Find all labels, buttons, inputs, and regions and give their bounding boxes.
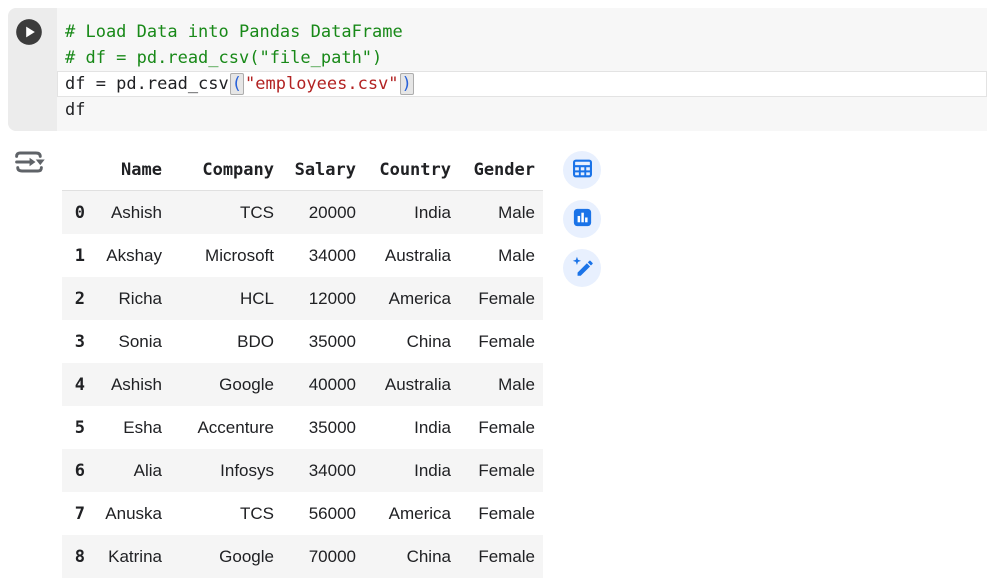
row-index: 8 <box>62 535 93 578</box>
code-token-comment: # Load Data into Pandas DataFrame <box>65 22 403 42</box>
table-row: 1AkshayMicrosoft34000AustraliaMale <box>62 234 543 277</box>
code-token-string: "employees.csv" <box>245 74 399 94</box>
column-header: Salary <box>282 150 364 191</box>
row-index: 4 <box>62 363 93 406</box>
dataframe-table: NameCompanySalaryCountryGender 0AshishTC… <box>62 150 543 578</box>
column-header: Name <box>93 150 170 191</box>
table-cell: HCL <box>170 277 282 320</box>
interactive-table-button[interactable] <box>563 151 601 189</box>
row-index: 7 <box>62 492 93 535</box>
table-cell: TCS <box>170 191 282 235</box>
table-cell: 34000 <box>282 234 364 277</box>
generate-code-button[interactable] <box>563 249 601 287</box>
code-token-bracket: ) <box>400 73 414 95</box>
code-line[interactable]: # Load Data into Pandas DataFrame <box>57 19 987 45</box>
column-header: Company <box>170 150 282 191</box>
row-index: 2 <box>62 277 93 320</box>
dataframe-header: NameCompanySalaryCountryGender <box>62 150 543 191</box>
table-cell: India <box>364 449 459 492</box>
table-cell: Male <box>459 363 543 406</box>
table-cell: Ashish <box>93 363 170 406</box>
table-cell: 56000 <box>282 492 364 535</box>
column-header: Country <box>364 150 459 191</box>
table-cell: America <box>364 277 459 320</box>
table-row: 5EshaAccenture35000IndiaFemale <box>62 406 543 449</box>
table-cell: Accenture <box>170 406 282 449</box>
table-cell: Google <box>170 535 282 578</box>
code-token-bracket: ( <box>230 73 244 95</box>
table-cell: Akshay <box>93 234 170 277</box>
table-cell: 35000 <box>282 320 364 363</box>
table-cell: China <box>364 535 459 578</box>
code-line-active[interactable]: df = pd.read_csv("employees.csv") <box>57 71 987 97</box>
table-cell: Sonia <box>93 320 170 363</box>
row-index: 6 <box>62 449 93 492</box>
row-index: 0 <box>62 191 93 235</box>
table-cell: America <box>364 492 459 535</box>
table-row: 6AliaInfosys34000IndiaFemale <box>62 449 543 492</box>
table-cell: Australia <box>364 234 459 277</box>
table-row: 3SoniaBDO35000ChinaFemale <box>62 320 543 363</box>
magic-pencil-icon <box>571 255 594 281</box>
table-cell: 35000 <box>282 406 364 449</box>
table-cell: 12000 <box>282 277 364 320</box>
output-options-button[interactable] <box>10 144 48 182</box>
bar-chart-icon <box>571 206 594 232</box>
run-button[interactable] <box>15 18 43 46</box>
table-cell: Google <box>170 363 282 406</box>
table-cell: 70000 <box>282 535 364 578</box>
table-cell: TCS <box>170 492 282 535</box>
table-cell: 40000 <box>282 363 364 406</box>
table-cell: Ashish <box>93 191 170 235</box>
code-token-plain: df <box>65 100 85 120</box>
play-icon <box>15 34 43 49</box>
table-cell: Female <box>459 535 543 578</box>
table-row: 8KatrinaGoogle70000ChinaFemale <box>62 535 543 578</box>
table-cell: Microsoft <box>170 234 282 277</box>
table-cell: Richa <box>93 277 170 320</box>
table-cell: India <box>364 191 459 235</box>
table-cell: Female <box>459 320 543 363</box>
table-cell: Male <box>459 234 543 277</box>
table-icon <box>571 157 594 183</box>
table-cell: 34000 <box>282 449 364 492</box>
row-index: 3 <box>62 320 93 363</box>
suggest-charts-button[interactable] <box>563 200 601 238</box>
table-cell: Katrina <box>93 535 170 578</box>
table-cell: Esha <box>93 406 170 449</box>
table-cell: India <box>364 406 459 449</box>
code-token-comment: # df = pd.read_csv("file_path") <box>65 48 382 68</box>
table-cell: Female <box>459 406 543 449</box>
table-row: 4AshishGoogle40000AustraliaMale <box>62 363 543 406</box>
table-cell: Infosys <box>170 449 282 492</box>
table-cell: 20000 <box>282 191 364 235</box>
table-cell: Australia <box>364 363 459 406</box>
row-index: 1 <box>62 234 93 277</box>
output-collapse-icon <box>11 168 47 183</box>
notebook-page: # Load Data into Pandas DataFrame # df = … <box>0 0 987 585</box>
table-cell: BDO <box>170 320 282 363</box>
column-header: Gender <box>459 150 543 191</box>
table-cell: Alia <box>93 449 170 492</box>
code-cell: # Load Data into Pandas DataFrame # df = … <box>8 8 987 131</box>
cell-gutter <box>8 8 57 131</box>
table-cell: Anuska <box>93 492 170 535</box>
table-row: 2RichaHCL12000AmericaFemale <box>62 277 543 320</box>
column-header <box>62 150 93 191</box>
code-token-plain: df = pd.read_csv <box>65 74 229 94</box>
output-actions <box>563 151 601 287</box>
table-cell: Male <box>459 191 543 235</box>
row-index: 5 <box>62 406 93 449</box>
code-line[interactable]: df <box>57 97 987 123</box>
table-cell: Female <box>459 449 543 492</box>
code-line[interactable]: # df = pd.read_csv("file_path") <box>57 45 987 71</box>
table-cell: Female <box>459 492 543 535</box>
table-row: 7AnuskaTCS56000AmericaFemale <box>62 492 543 535</box>
table-cell: Female <box>459 277 543 320</box>
code-editor[interactable]: # Load Data into Pandas DataFrame # df = … <box>57 8 987 131</box>
table-row: 0AshishTCS20000IndiaMale <box>62 191 543 235</box>
table-cell: China <box>364 320 459 363</box>
